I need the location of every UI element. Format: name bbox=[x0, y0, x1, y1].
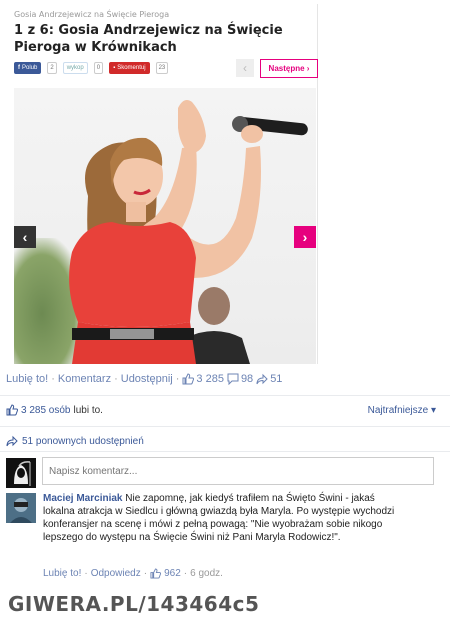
shares-summary-label: 51 ponownych udostępnień bbox=[22, 435, 144, 447]
comment-like-count[interactable]: 962 bbox=[164, 568, 181, 579]
separator: · bbox=[143, 568, 148, 579]
like-stat[interactable]: 3 285 bbox=[182, 373, 224, 385]
comment-actions: Lubię to! · Odpowiedz · 962 · 6 godz. bbox=[43, 568, 223, 579]
facebook-icon: f bbox=[18, 65, 20, 71]
previous-button[interactable]: ‹ bbox=[236, 59, 254, 77]
photo-next-button[interactable]: › bbox=[294, 226, 316, 248]
thumbs-up-icon bbox=[150, 568, 162, 579]
separator: · bbox=[175, 373, 180, 385]
comment-author[interactable]: Maciej Marciniak bbox=[43, 493, 122, 504]
gallery-photo[interactable]: ‹ › bbox=[14, 88, 316, 364]
reaper-avatar-icon bbox=[6, 458, 36, 488]
likes-count-link[interactable]: 3 285 osób bbox=[21, 405, 71, 416]
divider bbox=[0, 395, 450, 396]
photo-prev-button[interactable]: ‹ bbox=[14, 226, 36, 248]
share-stat[interactable]: 51 bbox=[256, 373, 282, 385]
share-arrow-icon bbox=[6, 435, 18, 447]
comment-count: 23 bbox=[155, 62, 169, 74]
watermark: GIWERA.PL/143464c5 bbox=[8, 592, 260, 616]
likes-suffix: lubi to. bbox=[73, 404, 103, 416]
next-button[interactable]: Następne › bbox=[260, 59, 318, 78]
facebook-like-count: 2 bbox=[47, 62, 57, 74]
post-actions: Lubię to! · Komentarz · Udostępnij · 3 2… bbox=[6, 373, 282, 385]
thumbs-up-icon bbox=[6, 404, 18, 416]
wykop-label: wykop bbox=[66, 65, 84, 71]
wykop-button[interactable]: wykop bbox=[62, 62, 88, 74]
sort-dropdown[interactable]: Najtrafniejsze ▾ bbox=[368, 405, 436, 416]
separator: · bbox=[51, 373, 55, 385]
gallery-card: Gosia Andrzejewicz na Święcie Pieroga 1 … bbox=[4, 4, 318, 364]
comment-total: 98 bbox=[240, 373, 254, 385]
likes-summary: 3 285 osób lubi to. bbox=[6, 404, 103, 416]
separator: · bbox=[114, 373, 118, 385]
divider bbox=[0, 426, 450, 427]
separator: · bbox=[84, 568, 88, 579]
like-count: 3 285 bbox=[196, 373, 224, 385]
comment-input[interactable] bbox=[42, 457, 434, 485]
comment-timestamp[interactable]: 6 godz. bbox=[190, 568, 223, 579]
wykop-count: 0 bbox=[93, 62, 104, 74]
breadcrumb[interactable]: Gosia Andrzejewicz na Święcie Pieroga bbox=[14, 10, 169, 19]
comment-icon: ▪ bbox=[113, 65, 116, 71]
comment-button[interactable]: ▪ Skomentuj bbox=[109, 62, 150, 74]
facebook-like-button[interactable]: f Polub bbox=[14, 62, 42, 74]
gallery-title: 1 z 6: Gosia Andrzejewicz na Święcie Pie… bbox=[14, 23, 283, 55]
avatar[interactable] bbox=[6, 493, 36, 523]
speech-bubble-icon bbox=[227, 373, 239, 385]
comment-stat[interactable]: 98 bbox=[227, 373, 253, 385]
share-count: 51 bbox=[270, 373, 283, 385]
like-link[interactable]: Lubię to! bbox=[6, 373, 48, 385]
comment-body: Maciej Marciniak Nie zapomnę, jak kiedyś… bbox=[43, 492, 403, 544]
comment-button-label: Skomentuj bbox=[117, 65, 146, 71]
thumbs-up-icon bbox=[182, 373, 195, 385]
user-avatar-icon bbox=[6, 493, 36, 523]
shares-summary[interactable]: 51 ponownych udostępnień bbox=[6, 435, 144, 447]
share-bar: f Polub 2 wykop 0 ▪ Skomentuj 23 bbox=[14, 62, 169, 74]
separator: · bbox=[183, 568, 188, 579]
avatar[interactable] bbox=[6, 458, 36, 488]
share-arrow-icon bbox=[256, 373, 268, 385]
comment-reply-link[interactable]: Odpowiedz bbox=[91, 568, 141, 579]
singer-illustration bbox=[69, 100, 308, 364]
comment-link[interactable]: Komentarz bbox=[58, 373, 111, 385]
comment-like-link[interactable]: Lubię to! bbox=[43, 568, 81, 579]
facebook-like-label: Polub bbox=[22, 65, 38, 71]
divider bbox=[0, 451, 450, 452]
share-link[interactable]: Udostępnij bbox=[121, 373, 173, 385]
